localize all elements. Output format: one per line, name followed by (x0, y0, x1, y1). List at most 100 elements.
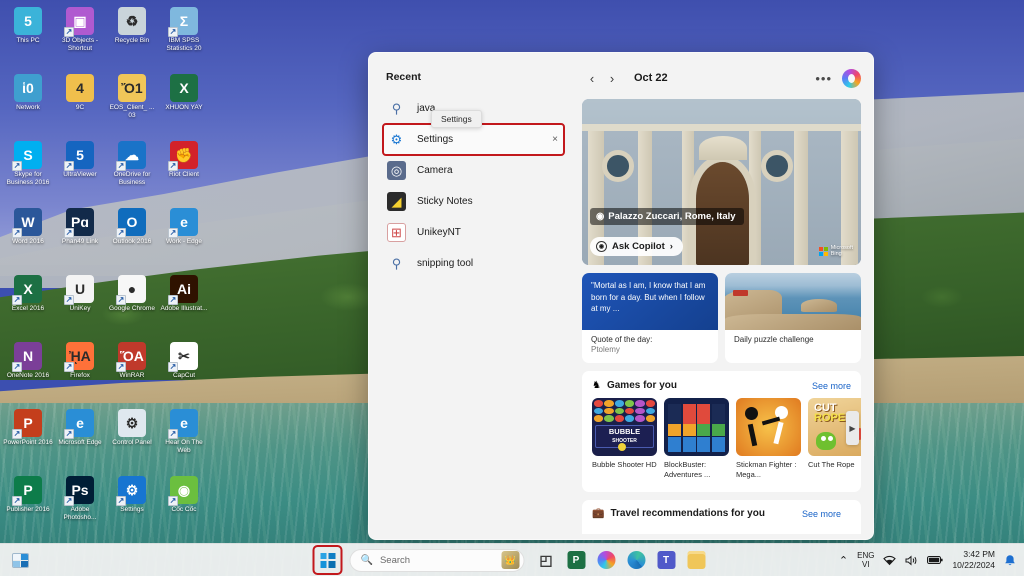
wifi-icon[interactable] (883, 555, 896, 566)
desktop-icon[interactable]: ὍA ↗ WinRAR (106, 339, 158, 406)
desktop-icon[interactable]: Ὄ1 EOS_Client_ ... 03 (106, 71, 158, 138)
desktop-icon[interactable]: X XHUON YAY (158, 71, 210, 138)
desktop-icon[interactable]: Σ ↗ IBM SPSS Statistics 20 (158, 4, 210, 71)
taskbar-app-microsoft-edge[interactable] (623, 547, 650, 574)
desktop-icon-label: OneDrive for Business (106, 171, 158, 187)
desktop-icon[interactable]: Ai ↗ Adobe Illustrat... (158, 272, 210, 339)
shortcut-arrow-icon: ↗ (12, 362, 22, 372)
monitor-icon: ὚5 (14, 7, 42, 35)
outlook-icon: O ↗ (118, 208, 146, 236)
games-carousel: BUBBLE SHOOTER Bubble Shooter HD BlockBus… (592, 398, 861, 479)
start-button[interactable] (315, 547, 341, 573)
taskbar-search-box[interactable]: 🔍 Search 👑 (350, 549, 525, 572)
desktop-icon[interactable]: Pɑ ↗ Phan49 Link (54, 205, 106, 272)
feed-date-label: Oct 22 (634, 72, 668, 84)
hero-location-badge: ◉ Palazzo Zuccari, Rome, Italy (590, 208, 744, 225)
ask-copilot-button[interactable]: ◉ Ask Copilot › (590, 237, 683, 256)
desktop-icon[interactable]: ☁ ↗ OneDrive for Business (106, 138, 158, 205)
network-icon: ἱ0 (14, 74, 42, 102)
desktop-icon[interactable]: X ↗ Excel 2016 (2, 272, 54, 339)
tray-chevron-up-icon[interactable]: ⌃ (839, 554, 848, 567)
taskbar-app-task-view[interactable]: ◰ (533, 547, 560, 574)
recent-item-label: Settings (417, 134, 453, 145)
excel-icon: X ↗ (14, 275, 42, 303)
recent-item-sticky-notes[interactable]: ◢ Sticky Notes (383, 186, 564, 217)
widgets-weather-icon (12, 553, 29, 568)
desktop-icon[interactable]: N ↗ OneNote 2016 (2, 339, 54, 406)
desktop-icon[interactable]: ὚5 This PC (2, 4, 54, 71)
taskbar-clock[interactable]: 3:42 PM 10/22/2024 (952, 549, 995, 571)
hero-image-card[interactable]: ◉ Palazzo Zuccari, Rome, Italy ◉ Ask Cop… (582, 99, 861, 265)
shortcut-arrow-icon: ↗ (12, 228, 22, 238)
desktop-icon[interactable]: ὆4 9C (54, 71, 106, 138)
recent-item-snipping-tool[interactable]: ⚲ snipping tool (383, 248, 564, 279)
taskbar-widgets-button[interactable] (12, 553, 29, 568)
travel-see-more-link[interactable]: See more (802, 509, 841, 519)
recent-item-settings[interactable]: ⚙ Settings × (383, 124, 564, 155)
taskbar-app-file-explorer[interactable] (683, 547, 710, 574)
games-scroll-right-button[interactable]: ▶ (846, 411, 859, 445)
shortcut-arrow-icon: ↗ (116, 228, 126, 238)
user-avatar[interactable]: 👑 (502, 551, 520, 569)
language-indicator[interactable]: ENG VI (857, 551, 874, 569)
hero-location-text: Palazzo Zuccari, Rome, Italy (608, 211, 735, 222)
language-line1: ENG (857, 551, 874, 560)
desktop-icon[interactable]: ⚙ ↗ Settings (106, 473, 158, 540)
shortcut-arrow-icon: ↗ (116, 161, 126, 171)
desktop-icon[interactable]: P ↗ PowerPoint 2016 (2, 406, 54, 473)
feed-prev-button[interactable]: ‹ (582, 68, 602, 88)
shortcut-arrow-icon: ↗ (64, 429, 74, 439)
microsoft-squares-icon (819, 247, 828, 256)
desktop-icon[interactable]: ἱ0 Network (2, 71, 54, 138)
search-flyout-panel: Recent ⚲ java ⚙ Settings × ◎ Camera ◢ Sticky Not… (368, 52, 874, 540)
game-tile[interactable]: BlockBuster: Adventures ... (664, 398, 729, 479)
close-icon[interactable]: × (552, 134, 558, 145)
desktop-icon[interactable]: e ↗ Work - Edge (158, 205, 210, 272)
shortcut-arrow-icon: ↗ (64, 496, 74, 506)
game-tile[interactable]: BUBBLE SHOOTER Bubble Shooter HD (592, 398, 657, 479)
control-panel-icon: ⚙ (118, 409, 146, 437)
desktop-icon[interactable]: ✂ ↗ CapCut (158, 339, 210, 406)
recent-item-camera[interactable]: ◎ Camera (383, 155, 564, 186)
shortcut-arrow-icon: ↗ (12, 295, 22, 305)
volume-icon[interactable] (905, 555, 918, 566)
notification-bell-icon[interactable] (1004, 554, 1016, 567)
desktop-icon[interactable]: ✊ ↗ Riot Client (158, 138, 210, 205)
feed-overflow-menu-button[interactable]: ••• (815, 71, 832, 86)
games-for-you-card: ♞ Games for you See more BUBBLE SHOOTER B… (582, 371, 861, 492)
settings-tooltip: Settings (431, 110, 482, 128)
desktop-icon-label: Hear On The Web (158, 439, 210, 455)
desktop-icon[interactable]: e ↗ Microsoft Edge (54, 406, 106, 473)
game-thumbnail-bubble-shooter: BUBBLE SHOOTER (592, 398, 657, 456)
desktop-icon[interactable]: ὚5 ↗ UltraViewer (54, 138, 106, 205)
puzzle-card-footer: Daily puzzle challenge (725, 330, 861, 350)
3d-objects-icon: ▣ ↗ (66, 7, 94, 35)
taskbar-app-copilot[interactable] (593, 547, 620, 574)
feed-next-button[interactable]: › (602, 68, 622, 88)
desktop-icon[interactable]: U ↗ UniKey (54, 272, 106, 339)
desktop-icon[interactable]: P ↗ Publisher 2016 (2, 473, 54, 540)
game-tile[interactable]: Stickman Fighter : Mega... (736, 398, 801, 479)
quote-of-the-day-card[interactable]: "Mortal as I am, I know that I am born f… (582, 273, 718, 363)
recent-item-unikeynt[interactable]: ⊞ UnikeyNT (383, 217, 564, 248)
desktop-icon[interactable]: ▣ ↗ 3D Objects - Shortcut (54, 4, 106, 71)
desktop-icon-label: WinRAR (120, 372, 145, 380)
desktop-icon[interactable]: ⚙ Control Panel (106, 406, 158, 473)
desktop-icon-label: 3D Objects - Shortcut (54, 37, 106, 53)
desktop-icon[interactable]: ● ↗ Google Chrome (106, 272, 158, 339)
shortcut-arrow-icon: ↗ (64, 27, 74, 37)
desktop-icon[interactable]: ◉ ↗ Cốc Cốc (158, 473, 210, 540)
desktop-icon[interactable]: ♻ Recycle Bin (106, 4, 158, 71)
daily-puzzle-card[interactable]: Daily puzzle challenge (725, 273, 861, 363)
desktop-icon[interactable]: W ↗ Word 2016 (2, 205, 54, 272)
battery-icon[interactable] (927, 555, 943, 565)
desktop-icon[interactable]: ᾘA ↗ Firefox (54, 339, 106, 406)
copilot-icon[interactable] (842, 69, 861, 88)
desktop-icon[interactable]: S ↗ Skype for Business 2016 (2, 138, 54, 205)
desktop-icon[interactable]: O ↗ Outlook 2016 (106, 205, 158, 272)
desktop-icon[interactable]: e ↗ Hear On The Web (158, 406, 210, 473)
taskbar-app-microsoft-teams[interactable]: T (653, 547, 680, 574)
games-see-more-link[interactable]: See more (812, 381, 851, 391)
taskbar-app-powerpoint[interactable]: P (563, 547, 590, 574)
desktop-icon[interactable]: Ps ↗ Adobe Photosho... (54, 473, 106, 540)
